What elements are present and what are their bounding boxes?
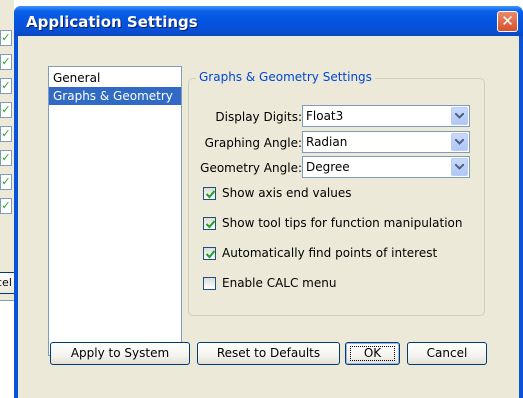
checkbox-label: Automatically find points of interest [222,246,438,260]
background-checkbox-icon[interactable]: ✓ [0,174,12,190]
chevron-down-icon [455,139,464,145]
background-checkbox-icon[interactable]: ✓ [0,30,12,46]
chevron-down-icon [455,164,464,170]
graphing-angle-select[interactable]: Radian [302,131,470,153]
background-checkbox-icon[interactable]: ✓ [0,198,12,214]
category-item-general[interactable]: General [49,69,181,87]
background-checkbox-icon[interactable]: ✓ [0,102,12,118]
checkbox-box[interactable] [203,217,216,230]
close-button[interactable]: ✕ [497,11,518,32]
checkmark-icon [205,190,216,199]
dropdown-button[interactable] [451,158,468,176]
reset-to-defaults-button[interactable]: Reset to Defaults [197,342,340,365]
title-bar[interactable]: Application Settings ✕ [14,6,523,36]
display-digits-select[interactable]: Float3 [302,105,470,127]
display-digits-value: Float3 [306,109,344,123]
checkbox-label: Enable CALC menu [222,276,337,290]
checkbox-box[interactable] [203,247,216,260]
dropdown-button[interactable] [451,133,468,151]
window-title: Application Settings [26,13,198,31]
cancel-button[interactable]: Cancel [407,342,487,365]
background-checkbox-icon[interactable]: ✓ [0,54,12,70]
checkbox-box[interactable] [203,187,216,200]
ok-button[interactable]: OK [345,342,400,365]
background-app-area [0,300,14,398]
background-checkbox-icon[interactable]: ✓ [0,78,12,94]
background-checkbox-icon[interactable]: ✓ [0,126,12,142]
display-digits-label: Display Digits: [215,110,302,124]
checkbox-label: Show tool tips for function manipulation [222,216,463,230]
apply-to-system-button[interactable]: Apply to System [50,342,190,365]
screen: ✓ ✓ ✓ ✓ ✓ ✓ ✓ ✓ cel Application Settings… [0,0,523,398]
button-label: Reset to Defaults [216,346,321,360]
geometry-angle-label: Geometry Angle: [200,161,302,175]
graphing-angle-label: Graphing Angle: [204,136,302,150]
category-list[interactable]: General Graphs & Geometry [48,66,182,356]
background-checkbox-icon[interactable]: ✓ [0,150,12,166]
close-icon: ✕ [501,12,514,30]
button-label: Cancel [426,346,468,360]
button-label: Apply to System [70,346,170,360]
group-title: Graphs & Geometry Settings [196,70,375,84]
chevron-down-icon [455,113,464,119]
checkbox-label: Show axis end values [222,186,352,200]
dropdown-button[interactable] [451,107,468,125]
checkmark-icon [205,220,216,229]
checkbox-box[interactable] [203,277,216,290]
category-item-graphs-geometry[interactable]: Graphs & Geometry [49,87,181,105]
checkmark-icon [205,250,216,259]
geometry-angle-value: Degree [306,160,350,174]
graphing-angle-value: Radian [306,135,348,149]
geometry-angle-select[interactable]: Degree [302,156,470,178]
button-label: OK [363,346,382,360]
